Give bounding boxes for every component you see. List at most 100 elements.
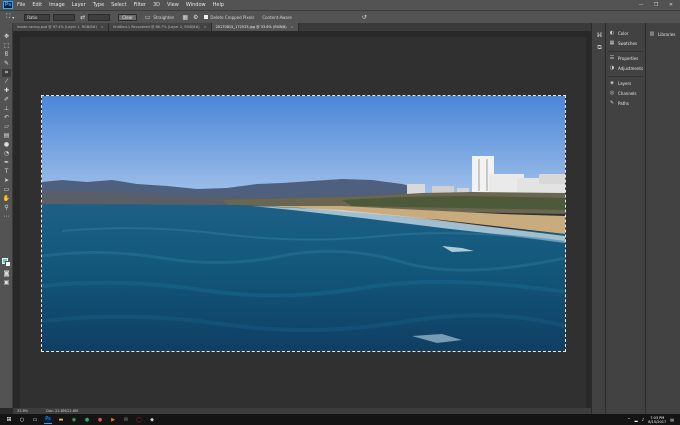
- menu-3d[interactable]: 3D: [153, 2, 160, 8]
- gear-icon[interactable]: ⚙: [193, 14, 198, 21]
- swap-icon[interactable]: ⇄: [80, 14, 85, 21]
- clone-stamp-tool-icon[interactable]: ⊥: [2, 105, 11, 113]
- background-color-swatch[interactable]: [5, 261, 11, 267]
- delete-cropped-checkbox[interactable]: Delete Cropped Pixels: [204, 15, 254, 20]
- menu-type[interactable]: Type: [93, 2, 104, 8]
- panel-label: Paths: [618, 101, 629, 106]
- menu-window[interactable]: Window: [186, 2, 206, 8]
- panel-swatches[interactable]: ▦ Swatches: [609, 41, 638, 47]
- adjustments-icon: ◑: [609, 65, 615, 71]
- crop-tool-icon[interactable]: ⌗: [2, 69, 11, 77]
- libraries-dock: ▥ Libraries: [645, 23, 680, 414]
- network-icon[interactable]: ▂: [635, 417, 638, 422]
- windows-start-icon[interactable]: ⊞: [5, 416, 13, 424]
- close-icon[interactable]: ×: [291, 25, 294, 29]
- quick-select-tool-icon[interactable]: ✎: [2, 60, 11, 68]
- tab-document-1[interactable]: Inside-racing.psd @ 97.4% (Layer 1, RGB/…: [13, 23, 109, 31]
- menu-help[interactable]: Help: [213, 2, 224, 8]
- close-button[interactable]: ✕: [668, 2, 674, 8]
- eyedropper-tool-icon[interactable]: ⁄: [2, 78, 11, 86]
- quick-mask-icon[interactable]: ◙: [2, 270, 11, 278]
- app-icon[interactable]: ◆: [148, 416, 156, 424]
- menu-image[interactable]: Image: [49, 2, 65, 8]
- notifications-icon[interactable]: ▤: [670, 417, 674, 422]
- path-selection-tool-icon[interactable]: ➤: [2, 177, 11, 185]
- healing-brush-tool-icon[interactable]: ✚: [2, 87, 11, 95]
- spotify-icon[interactable]: ●: [83, 416, 91, 424]
- clock-date: 8/15/2017: [648, 419, 667, 424]
- clear-button[interactable]: Clear: [118, 13, 137, 21]
- crop-tool-icon[interactable]: ⛶: [6, 13, 10, 21]
- straighten-icon[interactable]: ▭: [145, 14, 151, 21]
- move-tool-icon[interactable]: ✥: [2, 33, 11, 41]
- lasso-tool-icon[interactable]: ϐ: [2, 51, 11, 59]
- pen-tool-icon[interactable]: ✒: [2, 159, 11, 167]
- tab-document-2[interactable]: Untitled-1 Recovered @ 66.7% (Layer 2, R…: [108, 23, 212, 31]
- more-tools-icon[interactable]: ⋯: [2, 213, 11, 221]
- panel-layers[interactable]: ◈ Layers: [609, 80, 631, 87]
- app-icon[interactable]: ●: [96, 416, 104, 424]
- chevron-up-icon[interactable]: ⌃: [627, 417, 630, 422]
- marquee-tool-icon[interactable]: ⬚: [2, 42, 11, 50]
- panel-adjustments[interactable]: ◑ Adjustments: [609, 65, 643, 72]
- tab-label: 20170815_172533.jpg @ 33.6% (RGB/8): [215, 25, 287, 29]
- reset-icon[interactable]: ↺: [362, 14, 367, 21]
- panel-label: Swatches: [618, 41, 638, 46]
- menu-select[interactable]: Select: [111, 2, 126, 8]
- close-icon[interactable]: ×: [204, 25, 207, 29]
- menu-edit[interactable]: Edit: [32, 2, 42, 8]
- history-panel-icon[interactable]: ⌘: [596, 32, 603, 39]
- screen-mode-icon[interactable]: ▣: [2, 279, 11, 287]
- close-icon[interactable]: ×: [101, 25, 104, 29]
- content-aware-checkbox[interactable]: Content-Aware: [262, 15, 292, 20]
- media-player-icon[interactable]: ▶: [109, 416, 117, 424]
- panel-color[interactable]: ◐ Color: [609, 31, 629, 37]
- brush-settings-icon[interactable]: ⧉: [596, 44, 603, 51]
- document-tabs: Inside-racing.psd @ 97.4% (Layer 1, RGB/…: [13, 23, 591, 31]
- hand-tool-icon[interactable]: ✋: [2, 195, 11, 203]
- history-brush-tool-icon[interactable]: ↶: [2, 114, 11, 122]
- volume-icon[interactable]: ♪: [642, 417, 645, 422]
- maximize-button[interactable]: ❐: [653, 2, 659, 8]
- tab-document-3[interactable]: 20170815_172533.jpg @ 33.6% (RGB/8) ×: [211, 23, 299, 31]
- straighten-label[interactable]: Straighten: [153, 15, 174, 20]
- zoom-level[interactable]: 33.6%: [17, 409, 28, 413]
- search-icon[interactable]: ○: [18, 416, 26, 424]
- task-view-icon[interactable]: ▭: [31, 416, 39, 424]
- zoom-tool-icon[interactable]: ⚲: [2, 204, 11, 212]
- type-tool-icon[interactable]: T: [2, 168, 11, 176]
- clock[interactable]: 7:03 PM 8/15/2017: [648, 416, 666, 424]
- panel-channels[interactable]: ◎ Channels: [609, 91, 637, 97]
- menu-layer[interactable]: Layer: [72, 2, 86, 8]
- photoshop-taskbar-icon[interactable]: Ps: [44, 415, 52, 424]
- chrome-icon[interactable]: ◉: [70, 416, 78, 424]
- paths-icon: ✎: [609, 100, 615, 106]
- eraser-tool-icon[interactable]: ▱: [2, 123, 11, 131]
- panel-properties[interactable]: ☰ Properties: [609, 56, 638, 62]
- panel-divider: [608, 76, 644, 77]
- menu-view[interactable]: View: [167, 2, 179, 8]
- file-explorer-icon[interactable]: ▬: [57, 416, 65, 424]
- blur-tool-icon[interactable]: ●: [2, 141, 11, 149]
- rectangle-tool-icon[interactable]: ▭: [2, 186, 11, 194]
- panel-paths[interactable]: ✎ Paths: [609, 100, 629, 107]
- document-canvas[interactable]: [41, 95, 566, 352]
- grid-overlay-icon[interactable]: ▦: [182, 14, 188, 21]
- menu-file[interactable]: File: [17, 2, 25, 8]
- height-field[interactable]: [88, 13, 111, 21]
- chevron-down-icon[interactable]: ▾: [12, 15, 14, 20]
- opera-icon[interactable]: ◯: [135, 416, 143, 424]
- window-controls: — ❐ ✕: [638, 2, 674, 8]
- options-bar: ⛶ ▾ Ratio ⇄ Clear ▭ Straighten ▦ ⚙ Delet…: [0, 10, 680, 23]
- mail-icon[interactable]: ✉: [122, 416, 130, 424]
- minimize-button[interactable]: —: [638, 2, 644, 8]
- layers-icon: ◈: [610, 80, 614, 86]
- ratio-select[interactable]: Ratio: [24, 13, 51, 21]
- dodge-tool-icon[interactable]: ◔: [2, 150, 11, 158]
- brush-tool-icon[interactable]: ✐: [2, 96, 11, 104]
- panel-libraries[interactable]: ▥ Libraries: [649, 32, 676, 38]
- content-aware-label: Content-Aware: [262, 14, 292, 20]
- width-field[interactable]: [53, 13, 76, 21]
- menu-filter[interactable]: Filter: [134, 2, 146, 8]
- gradient-tool-icon[interactable]: ▤: [2, 132, 11, 140]
